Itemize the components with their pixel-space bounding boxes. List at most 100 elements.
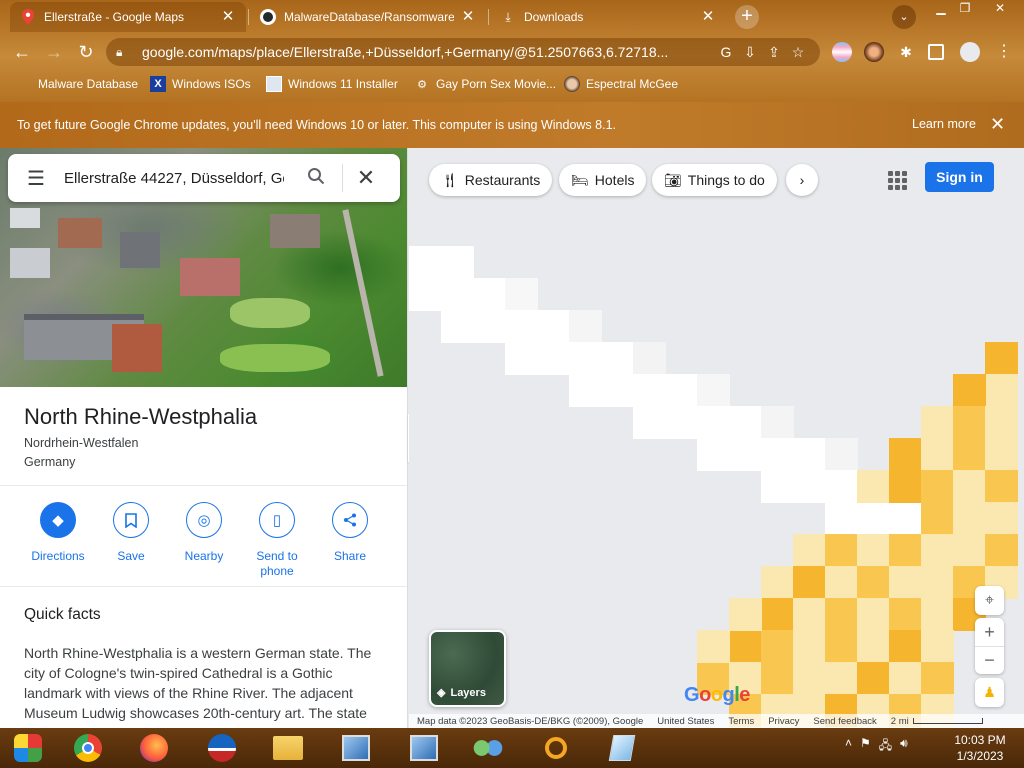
- photo-lawn: [220, 344, 330, 372]
- map-tile-pixel: [793, 438, 826, 471]
- network-app-taskbar-button[interactable]: [464, 732, 512, 764]
- start-button[interactable]: [4, 732, 52, 764]
- bookmark-malware-database[interactable]: Malware Database: [16, 74, 138, 94]
- map-tile-pixel: [793, 534, 826, 567]
- side-panel-icon[interactable]: [928, 44, 944, 60]
- map-tile-pixel: [921, 598, 954, 631]
- installer-taskbar-button[interactable]: [332, 732, 380, 764]
- flag-icon[interactable]: ⚑: [860, 736, 871, 757]
- hamburger-menu-icon[interactable]: ☰: [8, 166, 64, 191]
- save-button[interactable]: Save: [95, 502, 167, 564]
- extensions-puzzle-icon[interactable]: ✱: [896, 42, 916, 62]
- chip-things-to-do[interactable]: 📷︎ Things to do: [652, 164, 777, 196]
- chip-restaurants[interactable]: 🍴︎ Restaurants: [429, 164, 553, 196]
- bookmark-windows-11-installer[interactable]: Windows 11 Installer: [266, 74, 398, 94]
- map-tile-pixel: [505, 310, 538, 343]
- update-infobar: To get future Google Chrome updates, you…: [0, 102, 1024, 148]
- bookmark-label: Espectral McGee: [586, 77, 679, 91]
- notes-taskbar-button[interactable]: [598, 732, 646, 764]
- google-lens-icon[interactable]: G: [714, 44, 738, 60]
- url-text[interactable]: google.com/maps/place/Ellerstraße,+Düsse…: [142, 44, 714, 60]
- zoom-out-button[interactable]: −: [975, 646, 1004, 674]
- nearby-button[interactable]: ◎ Nearby: [168, 502, 240, 564]
- map-tile-pixel: [857, 662, 890, 695]
- map-tile-pixel: [537, 342, 570, 375]
- new-tab-button[interactable]: +: [735, 5, 759, 29]
- google-apps-grid-icon[interactable]: [885, 168, 909, 192]
- share-button[interactable]: Share: [314, 502, 386, 564]
- map-tile-pixel: [985, 470, 1018, 503]
- address-bar[interactable]: 🔒︎ google.com/maps/place/Ellerstraße,+Dü…: [106, 38, 820, 66]
- network-icon[interactable]: 🖧︎: [879, 736, 892, 757]
- terms-link[interactable]: Terms: [728, 716, 754, 727]
- app-taskbar-button[interactable]: [198, 732, 246, 764]
- restore-button[interactable]: ❐: [950, 0, 980, 18]
- back-arrow-icon[interactable]: ←: [10, 40, 34, 64]
- installer-2-taskbar-button[interactable]: [400, 732, 448, 764]
- scale-label[interactable]: 2 mi: [891, 716, 909, 727]
- privacy-link[interactable]: Privacy: [768, 716, 799, 727]
- forward-arrow-icon[interactable]: →: [42, 40, 66, 64]
- map-tile-pixel: [793, 598, 826, 631]
- bookmark-windows-isos[interactable]: X Windows ISOs: [150, 74, 251, 94]
- clear-search-icon[interactable]: ✕: [343, 165, 389, 191]
- map-tile-pixel: [825, 662, 858, 695]
- chips-next-button[interactable]: ›: [786, 164, 818, 196]
- installer-icon: [342, 735, 370, 761]
- bookmark-label: Malware Database: [38, 77, 139, 91]
- learn-more-link[interactable]: Learn more: [912, 117, 976, 131]
- place-hero-photo[interactable]: ☰ Ellerstraße 44227, Düsseldorf, Ge ✕: [0, 148, 407, 387]
- map-canvas[interactable]: 🍴︎ Restaurants 🛏︎ Hotels 📷︎ Things to do…: [409, 148, 1024, 728]
- extension-avatar-icon[interactable]: [864, 42, 884, 62]
- pegman-icon[interactable]: ♟: [975, 678, 1004, 707]
- bookmark-star-icon[interactable]: ☆: [786, 44, 810, 61]
- firefox-taskbar-button[interactable]: [130, 732, 178, 764]
- restaurant-icon: 🍴︎: [441, 171, 459, 188]
- search-app-taskbar-button[interactable]: [532, 732, 580, 764]
- search-input[interactable]: Ellerstraße 44227, Düsseldorf, Ge: [64, 170, 284, 187]
- map-tile-pixel: [665, 374, 698, 407]
- extension-flag-icon[interactable]: [832, 42, 852, 62]
- install-app-icon[interactable]: ⇩: [738, 44, 762, 61]
- infobar-close-icon[interactable]: ✕: [990, 114, 1005, 135]
- tab-close-icon[interactable]: ✕: [700, 9, 716, 25]
- firefox-icon: [140, 734, 168, 762]
- tab-malware-database[interactable]: MalwareDatabase/Ransomware a ✕: [250, 2, 486, 32]
- map-tile-pixel: [953, 374, 986, 407]
- tab-google-maps[interactable]: Ellerstraße - Google Maps ✕: [10, 2, 246, 32]
- map-tile-pixel: [825, 502, 858, 535]
- download-favicon-icon: ⤓: [505, 9, 511, 24]
- layers-button[interactable]: ◈ Layers: [429, 630, 506, 707]
- chrome-taskbar-button[interactable]: [64, 732, 112, 764]
- taskbar-clock[interactable]: 10:03 PM 1/3/2023: [940, 732, 1020, 764]
- chip-hotels[interactable]: 🛏︎ Hotels: [559, 164, 647, 196]
- region-link[interactable]: United States: [657, 716, 714, 727]
- bookmark-movie-site[interactable]: ⚙ Gay Porn Sex Movie...: [414, 74, 556, 94]
- tab-close-icon[interactable]: ✕: [460, 9, 476, 25]
- map-tile-pixel: [441, 278, 474, 311]
- window-close-button[interactable]: ✕: [985, 0, 1015, 18]
- profile-avatar-icon[interactable]: [960, 42, 980, 62]
- tab-close-icon[interactable]: ✕: [220, 9, 236, 25]
- tab-downloads[interactable]: ⤓ Downloads ✕: [490, 2, 726, 32]
- directions-button[interactable]: ◆ Directions: [22, 502, 94, 564]
- my-location-icon[interactable]: ⌖: [975, 586, 1004, 615]
- reload-icon[interactable]: ↻: [74, 40, 98, 64]
- photo-building: [120, 232, 160, 268]
- send-feedback-link[interactable]: Send feedback: [813, 716, 876, 727]
- bookmark-espectral-mcgee[interactable]: Espectral McGee: [564, 74, 678, 94]
- map-tile-pixel: [793, 470, 826, 503]
- share-page-icon[interactable]: ⇪: [762, 44, 786, 61]
- map-tile-pixel: [921, 406, 954, 439]
- map-tile-pixel: [921, 534, 954, 567]
- kebab-menu-icon[interactable]: ⋮: [994, 42, 1014, 62]
- search-icon[interactable]: [296, 167, 336, 190]
- tab-search-chevron-icon[interactable]: ⌄: [892, 5, 916, 29]
- volume-icon[interactable]: 🔊︎: [900, 736, 908, 757]
- send-to-phone-button[interactable]: ▯ Send to phone: [241, 502, 313, 579]
- tray-overflow-icon[interactable]: ˄: [845, 736, 852, 757]
- action-label: Send to phone: [256, 549, 298, 578]
- file-explorer-taskbar-button[interactable]: [264, 732, 312, 764]
- zoom-in-button[interactable]: +: [975, 618, 1004, 646]
- sign-in-button[interactable]: Sign in: [925, 162, 994, 192]
